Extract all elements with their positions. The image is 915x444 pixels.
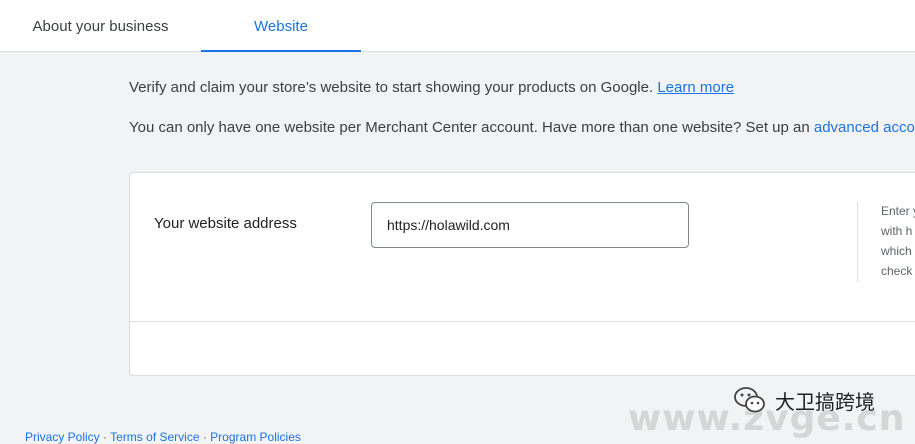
wechat-icon	[734, 387, 765, 413]
watermark-text: 大卫搞跨境	[775, 390, 875, 414]
footer-separator: ·	[199, 430, 211, 444]
footer-links: Privacy Policy · Terms of Service · Prog…	[25, 430, 301, 444]
intro-one-website-label: You can only have one website per Mercha…	[129, 119, 814, 136]
help-text-line: Enter y	[881, 204, 915, 218]
intro-one-website-text: You can only have one website per Mercha…	[129, 119, 915, 136]
intro-verify-label: Verify and claim your store’s website to…	[129, 79, 658, 96]
program-policies-link[interactable]: Program Policies	[210, 430, 301, 444]
tab-website[interactable]: Website	[201, 0, 361, 52]
advanced-account-link[interactable]: advanced acco	[814, 119, 915, 136]
website-card: Your website address Enter y with h whic…	[129, 172, 915, 376]
card-divider	[130, 321, 915, 322]
tab-bar: About your business Website	[0, 0, 915, 52]
website-address-label: Your website address	[154, 215, 297, 232]
privacy-policy-link[interactable]: Privacy Policy	[25, 430, 100, 444]
help-text-line: which	[881, 244, 912, 258]
terms-of-service-link[interactable]: Terms of Service	[110, 430, 199, 444]
watermark: 大卫搞跨境	[733, 382, 913, 416]
website-address-input[interactable]	[371, 202, 689, 248]
help-text-line: check	[881, 264, 913, 278]
intro-verify-text: Verify and claim your store’s website to…	[129, 79, 734, 96]
help-text-line: with h	[881, 224, 913, 238]
footer-separator: ·	[99, 430, 111, 444]
tab-about-your-business[interactable]: About your business	[0, 0, 201, 51]
help-divider	[857, 202, 858, 282]
learn-more-link[interactable]: Learn more	[657, 79, 734, 96]
